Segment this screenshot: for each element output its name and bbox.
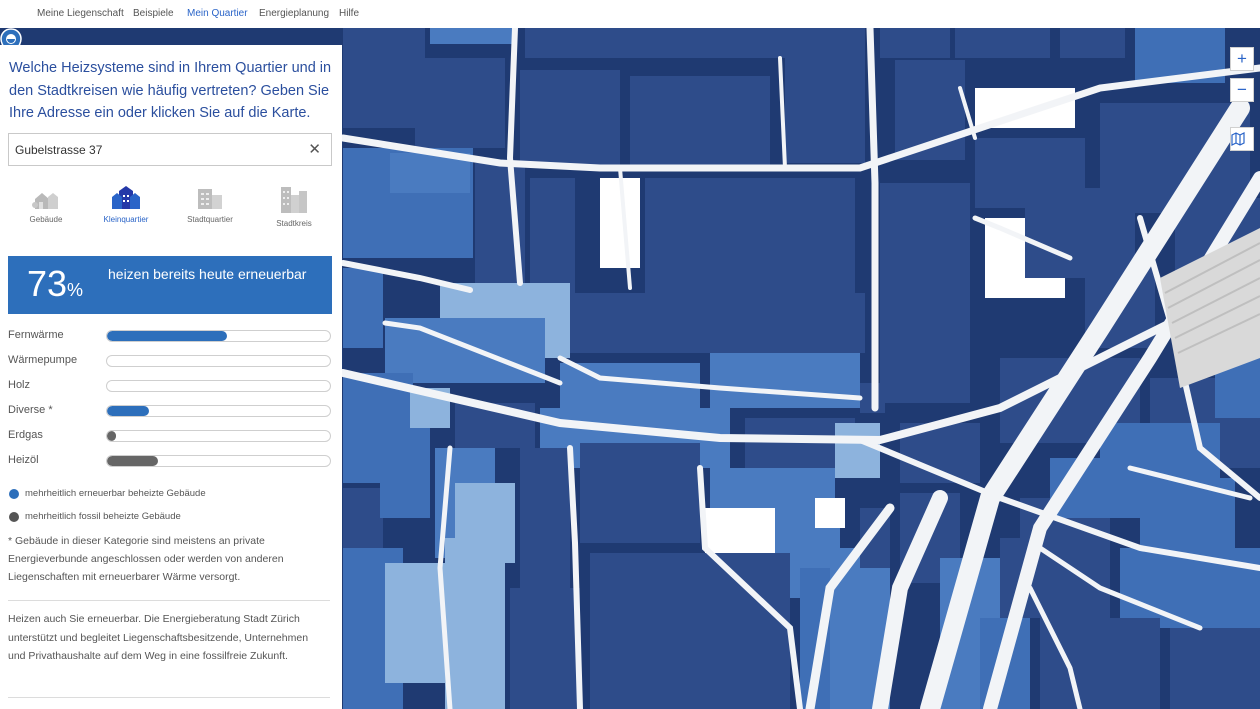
zoom-out-button[interactable]: − — [1230, 78, 1254, 102]
footnote: * Gebäude in dieser Kategorie sind meist… — [8, 535, 284, 583]
bar-label: Fernwärme — [8, 329, 64, 341]
legend-label: mehrheitlich erneuerbar beheizte Gebäude — [25, 488, 206, 499]
bar-label: Wärmepumpe — [8, 354, 78, 366]
bar-row: Heizöl — [8, 452, 332, 477]
nav-mein-quartier[interactable]: Mein Quartier — [187, 8, 248, 19]
level-stadtkreis[interactable]: Stadtkreis — [256, 185, 332, 228]
level-label: Gebäude — [29, 215, 63, 224]
map-icon — [1231, 132, 1245, 146]
city-district-icon — [281, 187, 307, 213]
bar-track — [106, 330, 331, 342]
bar-label: Erdgas — [8, 429, 43, 441]
zoom-in-button[interactable]: + — [1230, 47, 1254, 71]
legend: mehrheitlich erneuerbar beheizte Gebäude… — [8, 487, 332, 533]
house-icon — [32, 193, 58, 209]
level-kleinquartier[interactable]: Kleinquartier — [88, 185, 164, 224]
bar-row: Holz — [8, 377, 332, 402]
bar-track — [106, 455, 331, 467]
address-input[interactable] — [15, 134, 295, 165]
level-selector: Gebäude Kleinquartier Stadtquartier Stad… — [8, 185, 332, 235]
bar-label: Heizöl — [8, 454, 39, 466]
legend-item: mehrheitlich erneuerbar beheizte Gebäude — [8, 487, 332, 510]
bar-fill — [107, 406, 150, 416]
divider — [8, 600, 330, 601]
bar-track — [106, 355, 331, 367]
renewable-summary: 73% heizen bereits heute erneuerbar — [8, 256, 332, 314]
bar-track — [106, 430, 331, 442]
nav-hilfe[interactable]: Hilfe — [339, 8, 359, 19]
map-blocks — [343, 28, 1260, 709]
bar-fill — [107, 456, 159, 466]
level-stadtquartier[interactable]: Stadtquartier — [172, 185, 248, 224]
percent-unit: % — [67, 280, 84, 300]
bar-row: Diverse * — [8, 402, 332, 427]
close-icon[interactable]: ✕ — [308, 140, 321, 158]
bar-fill — [107, 431, 116, 441]
info-panel: Welche Heizsysteme sind in Ihrem Quartie… — [0, 45, 342, 709]
layers-button[interactable] — [1230, 127, 1254, 151]
bar-row: Erdgas — [8, 427, 332, 452]
renewable-percent: 73% — [27, 264, 83, 310]
legend-dot — [9, 489, 19, 499]
bar-label: Diverse * — [8, 404, 53, 416]
legend-label: mehrheitlich fossil beheizte Gebäude — [25, 511, 181, 522]
nav-meine-liegenschaft[interactable]: Meine Liegenschaft — [37, 8, 124, 19]
bar-track — [106, 380, 331, 392]
address-search: ✕ — [8, 133, 332, 166]
neighborhood-icon — [112, 186, 140, 209]
divider — [8, 697, 330, 698]
nav-beispiele[interactable]: Beispiele — [133, 8, 174, 19]
level-label: Stadtkreis — [276, 219, 312, 228]
panel-question: Welche Heizsysteme sind in Ihrem Quartie… — [9, 60, 332, 121]
district-icon — [198, 189, 222, 209]
level-label: Kleinquartier — [103, 215, 149, 224]
bar-fill — [107, 331, 228, 341]
legend-dot — [9, 512, 19, 522]
bar-row: Wärmepumpe — [8, 352, 332, 377]
legend-item: mehrheitlich fossil beheizte Gebäude — [8, 510, 332, 533]
nav-energieplanung[interactable]: Energieplanung — [259, 8, 329, 19]
bar-track — [106, 405, 331, 417]
level-gebaeude[interactable]: Gebäude — [8, 185, 84, 224]
top-navigation: Meine Liegenschaft Beispiele Mein Quarti… — [0, 0, 1260, 28]
level-label: Stadtquartier — [187, 215, 233, 224]
percent-value: 73 — [27, 263, 68, 304]
bar-row: Fernwärme — [8, 327, 332, 352]
info-text: Heizen auch Sie erneuerbar. Die Energieb… — [8, 613, 309, 662]
renewable-text: heizen bereits heute erneuerbar — [108, 266, 307, 282]
heating-system-bars: Fernwärme Wärmepumpe Holz Diverse * Erdgas He… — [8, 327, 332, 477]
bar-label: Holz — [8, 379, 31, 391]
